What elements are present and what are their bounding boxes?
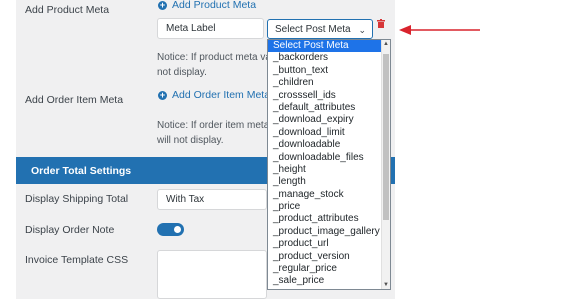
shipping-total-select[interactable]: With Tax	[157, 189, 267, 210]
dropdown-option[interactable]: _children	[268, 77, 390, 89]
order-item-meta-notice-line2: will not display.	[157, 135, 224, 146]
invoice-css-textarea[interactable]	[157, 250, 267, 299]
annotation-arrow	[399, 25, 480, 35]
dropdown-option[interactable]: _sale_price	[268, 275, 390, 287]
post-meta-dropdown-list[interactable]: Select Post Meta _backorders _button_tex…	[267, 39, 391, 290]
dropdown-option[interactable]: _downloadable_files	[268, 152, 390, 164]
product-meta-notice-line1: Notice: If product meta va	[157, 52, 269, 63]
order-note-toggle[interactable]	[157, 223, 184, 236]
dropdown-option[interactable]: _product_image_gallery	[268, 226, 390, 238]
meta-label-input[interactable]: Meta Label	[157, 18, 264, 39]
dropdown-option[interactable]: _product_attributes	[268, 213, 390, 225]
chevron-down-icon: ⌄	[358, 25, 366, 35]
invoice-template-css-label: Invoice Template CSS	[25, 254, 129, 266]
dropdown-option[interactable]: _product_version	[268, 251, 390, 263]
post-meta-select-value: Select Post Meta	[275, 23, 351, 35]
plus-circle-icon: +	[158, 89, 167, 100]
order-item-meta-notice-line1: Notice: If order item meta	[157, 120, 269, 131]
display-order-note-label: Display Order Note	[25, 224, 115, 236]
plus-circle-icon: +	[158, 0, 167, 10]
dropdown-option[interactable]: _price	[268, 201, 390, 213]
dropdown-option[interactable]: Select Post Meta	[268, 40, 390, 53]
dropdown-option[interactable]: _backorders	[268, 52, 390, 64]
add-product-meta-label: Add Product Meta	[25, 4, 110, 16]
dropdown-scrollbar[interactable]: ▲ ▼	[381, 40, 390, 289]
product-meta-notice: Notice: If product meta va not display.	[157, 50, 269, 80]
trash-icon[interactable]	[377, 19, 385, 28]
post-meta-select[interactable]: Select Post Meta ⌄	[267, 19, 373, 39]
add-order-item-meta-label: Add Order Item Meta	[25, 94, 124, 106]
dropdown-option[interactable]: _regular_price	[268, 263, 390, 275]
dropdown-option[interactable]: _default_attributes	[268, 102, 390, 114]
scrollbar-thumb[interactable]	[383, 54, 389, 220]
scroll-down-arrow-icon[interactable]: ▼	[383, 282, 389, 288]
dropdown-option[interactable]: _crosssell_ids	[268, 90, 390, 102]
order-item-meta-notice: Notice: If order item meta will not disp…	[157, 118, 269, 148]
add-product-meta-link[interactable]: + Add Product Meta	[158, 0, 256, 11]
dropdown-option[interactable]: _downloadable	[268, 139, 390, 151]
product-meta-notice-line2: not display.	[157, 67, 207, 78]
add-product-meta-link-text: Add Product Meta	[172, 0, 257, 11]
dropdown-option[interactable]: _download_expiry	[268, 114, 390, 126]
dropdown-option[interactable]: _download_limit	[268, 127, 390, 139]
display-shipping-total-label: Display Shipping Total	[25, 193, 129, 205]
dropdown-option[interactable]: _height	[268, 164, 390, 176]
dropdown-option[interactable]: _length	[268, 176, 390, 188]
add-order-item-meta-link-text: Add Order Item Meta	[172, 89, 271, 101]
add-order-item-meta-link[interactable]: + Add Order Item Meta	[158, 89, 270, 101]
toggle-knob	[174, 226, 181, 233]
scroll-up-arrow-icon[interactable]: ▲	[383, 41, 389, 47]
dropdown-option[interactable]: _button_text	[268, 65, 390, 77]
dropdown-option[interactable]: _manage_stock	[268, 189, 390, 201]
dropdown-option[interactable]: _product_url	[268, 238, 390, 250]
